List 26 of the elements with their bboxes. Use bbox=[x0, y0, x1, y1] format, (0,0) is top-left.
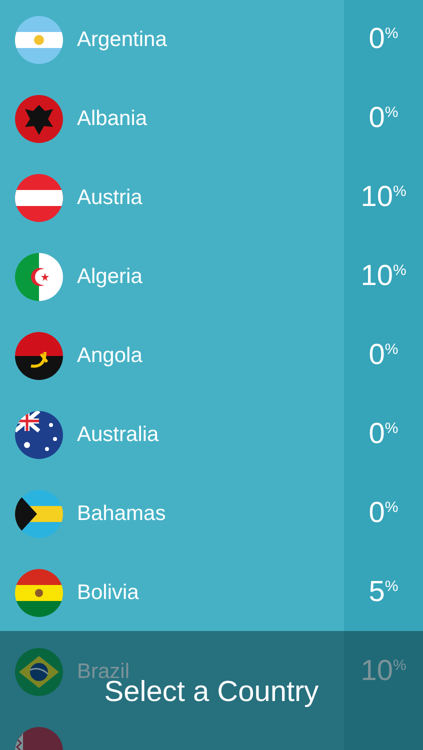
flag-icon bbox=[15, 252, 63, 300]
percentage-value: 0% bbox=[368, 420, 400, 449]
flag-icon bbox=[15, 648, 63, 696]
flag-icon bbox=[15, 332, 63, 380]
percentage-value: 10% bbox=[360, 657, 408, 686]
country-name[interactable]: Albania bbox=[77, 102, 148, 134]
percentage-value: 0% bbox=[368, 104, 400, 133]
flag-icon bbox=[15, 490, 63, 538]
country-name[interactable]: Angola bbox=[77, 340, 142, 372]
percentage-value: 0% bbox=[368, 499, 400, 528]
percentage-value: 10% bbox=[360, 183, 408, 212]
percentage-value: 0% bbox=[368, 341, 400, 370]
flag-icon bbox=[15, 94, 63, 142]
country-name[interactable]: Argentina bbox=[77, 24, 167, 56]
flag-icon bbox=[15, 16, 63, 64]
flag-icon bbox=[15, 174, 63, 222]
country-name[interactable]: Bolivia bbox=[77, 576, 139, 608]
country-name[interactable]: Australia bbox=[77, 418, 159, 450]
percentage-value: 0% bbox=[368, 25, 400, 54]
country-name[interactable]: Algeria bbox=[77, 260, 142, 292]
flag-icon bbox=[15, 568, 63, 616]
country-name[interactable]: Bahamas bbox=[77, 498, 166, 530]
country-name[interactable]: Austria bbox=[77, 182, 142, 214]
flag-icon bbox=[15, 410, 63, 458]
percentage-value: 5% bbox=[368, 578, 400, 607]
percentage-value: 10% bbox=[360, 262, 408, 291]
